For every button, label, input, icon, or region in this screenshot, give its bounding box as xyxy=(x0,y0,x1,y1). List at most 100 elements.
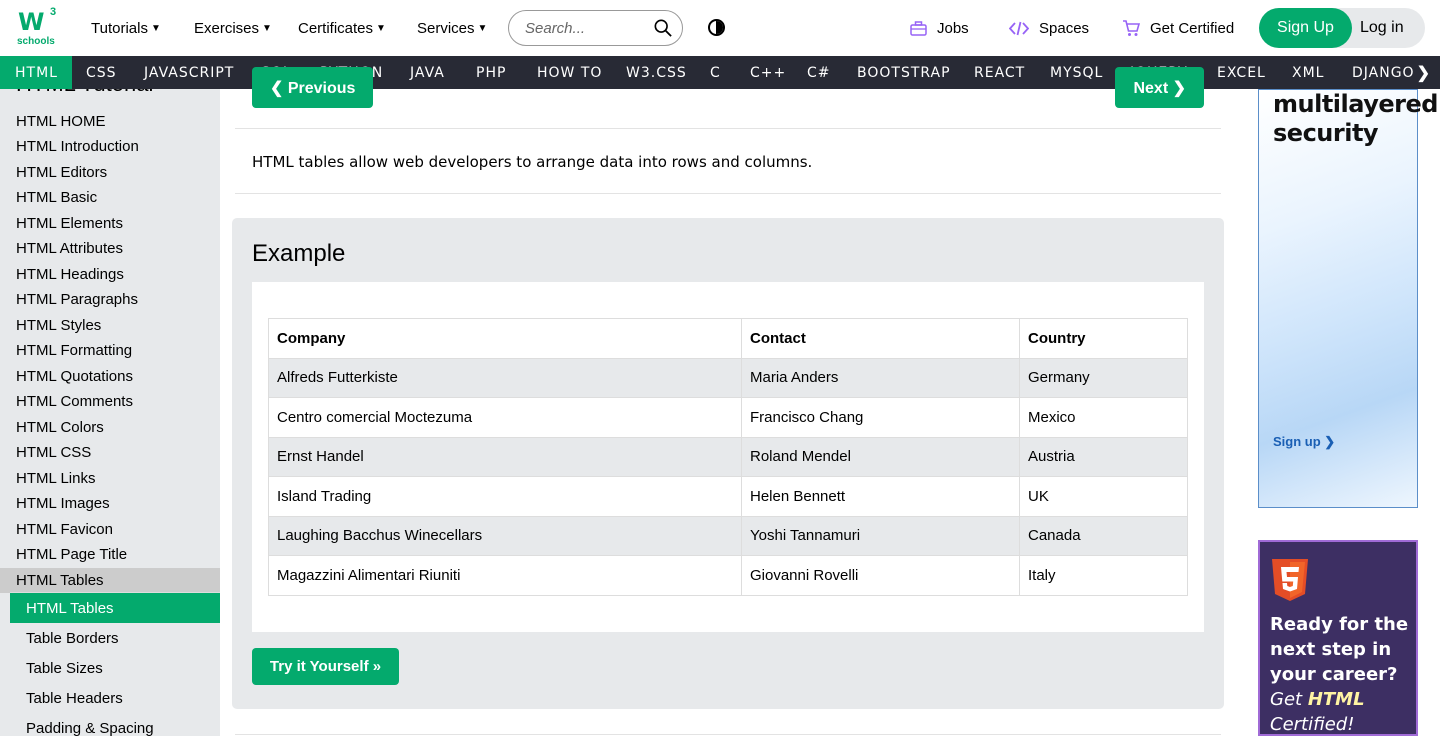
subnav-csharp[interactable]: C# xyxy=(807,56,831,89)
w3schools-logo[interactable]: W 3 schools xyxy=(16,6,60,48)
caret-down-icon: ▼ xyxy=(262,22,272,34)
menu-certificates[interactable]: Certificates ▼ xyxy=(298,0,386,56)
contrast-toggle-icon[interactable] xyxy=(708,19,725,36)
get-certified-link[interactable]: Get Certified xyxy=(1122,0,1234,56)
subnav-react[interactable]: REACT xyxy=(974,56,1025,89)
sidebar-subitem[interactable]: Padding & Spacing xyxy=(10,713,220,736)
table-row: Alfreds Futterkiste Maria Anders Germany xyxy=(268,357,1188,398)
table-row: Island Trading Helen Bennett UK xyxy=(268,476,1188,517)
subnav-django[interactable]: DJANGO xyxy=(1352,56,1415,89)
subnav-scroll-right-icon[interactable]: ❯ xyxy=(1417,56,1430,89)
auth-buttons: Sign Up Log in xyxy=(1259,8,1425,48)
previous-button[interactable]: ❮ Previous xyxy=(252,67,374,108)
subnav-cpp[interactable]: C++ xyxy=(750,56,786,89)
sidebar-item[interactable]: HTML Links xyxy=(16,470,95,487)
sidebar-item[interactable]: HTML CSS xyxy=(16,444,91,461)
top-navbar: W 3 schools Tutorials ▼ Exercises ▼ Certif… xyxy=(0,0,1440,56)
spaces-link[interactable]: Spaces xyxy=(1009,0,1089,56)
search-input[interactable] xyxy=(525,19,655,37)
sidebar-item[interactable]: HTML Page Title xyxy=(16,546,127,563)
divider xyxy=(235,734,1221,735)
sidebar-item[interactable]: HTML Styles xyxy=(16,317,101,334)
example-table: Company Contact Country Alfreds Futterki… xyxy=(268,318,1188,596)
language-subnav: HTML CSS JAVASCRIPT SQL PYTHON JAVA PHP … xyxy=(0,56,1440,89)
example-output: Company Contact Country Alfreds Futterki… xyxy=(252,282,1204,632)
menu-tutorials[interactable]: Tutorials ▼ xyxy=(91,0,161,56)
table-row: Centro comercial Moctezuma Francisco Cha… xyxy=(268,397,1188,438)
example-box: Example Company Contact Country Alfreds … xyxy=(232,218,1224,709)
sidebar-item[interactable]: HTML Introduction xyxy=(16,138,139,155)
table-header-row: Company Contact Country xyxy=(268,318,1188,359)
caret-down-icon: ▼ xyxy=(477,22,488,34)
sidebar-item[interactable]: HTML Favicon xyxy=(16,521,113,538)
subnav-javascript[interactable]: JAVASCRIPT xyxy=(144,56,234,89)
ad-subline: Get HTML Certified! xyxy=(1270,689,1365,735)
subnav-excel[interactable]: EXCEL xyxy=(1217,56,1266,89)
sidebar-item[interactable]: HTML Comments xyxy=(16,393,133,410)
html5-badge-icon xyxy=(1272,559,1308,601)
sidebar-item[interactable]: HTML Basic xyxy=(16,189,97,206)
logo-superscript: 3 xyxy=(50,6,57,18)
menu-exercises[interactable]: Exercises ▼ xyxy=(194,0,272,56)
code-icon xyxy=(1009,21,1029,35)
table-cell: Ernst Handel xyxy=(268,436,742,477)
table-cell: Maria Anders xyxy=(741,357,1020,398)
table-cell: Italy xyxy=(1019,555,1188,596)
example-title: Example xyxy=(252,240,346,267)
next-button[interactable]: Next ❯ xyxy=(1115,67,1204,108)
table-cell: Austria xyxy=(1019,436,1188,477)
try-it-yourself-button[interactable]: Try it Yourself » xyxy=(252,648,399,685)
briefcase-icon xyxy=(910,20,927,36)
jobs-link[interactable]: Jobs xyxy=(910,0,969,56)
subnav-css[interactable]: CSS xyxy=(86,56,117,89)
sidebar-item-html-tables[interactable]: HTML Tables xyxy=(0,568,220,593)
main-content: ❮ Previous Next ❯ HTML tables allow web … xyxy=(220,67,1237,736)
sidebar-title: HTML Tutorial xyxy=(16,89,153,97)
sidebar-item[interactable]: HTML Formatting xyxy=(16,342,132,359)
divider xyxy=(235,128,1221,129)
search-box xyxy=(508,10,683,46)
logo-subtext: schools xyxy=(17,36,55,47)
ad-headline: multilayered security xyxy=(1273,90,1438,147)
sidebar-item[interactable]: HTML Attributes xyxy=(16,240,123,257)
subnav-java[interactable]: JAVA xyxy=(410,56,445,89)
table-cell: Mexico xyxy=(1019,397,1188,438)
sidebar-item[interactable]: HTML Headings xyxy=(16,266,124,283)
search-icon[interactable] xyxy=(654,19,672,37)
sidebar-subitem-active[interactable]: HTML Tables xyxy=(10,593,220,623)
advertisement-certification[interactable]: Ready for the next step in your career? … xyxy=(1258,540,1418,736)
table-row: Ernst Handel Roland Mendel Austria xyxy=(268,436,1188,477)
sidebar: HTML Tutorial HTML HOME HTML Introductio… xyxy=(0,89,220,736)
sidebar-item[interactable]: HTML Elements xyxy=(16,215,123,232)
subnav-php[interactable]: PHP xyxy=(476,56,506,89)
column-header: Country xyxy=(1019,318,1188,359)
sidebar-item[interactable]: HTML Colors xyxy=(16,419,104,436)
table-cell: Germany xyxy=(1019,357,1188,398)
subnav-bootstrap[interactable]: BOOTSTRAP xyxy=(857,56,951,89)
table-cell: Centro comercial Moctezuma xyxy=(268,397,742,438)
sidebar-item[interactable]: HTML Images xyxy=(16,495,110,512)
log-in-button[interactable]: Log in xyxy=(1360,8,1404,48)
subnav-c[interactable]: C xyxy=(710,56,721,89)
table-cell: Magazzini Alimentari Riuniti xyxy=(268,555,742,596)
advertisement-security[interactable]: multilayered security Sign up ❯ xyxy=(1258,89,1438,508)
sidebar-item[interactable]: HTML HOME xyxy=(16,113,105,130)
subnav-mysql[interactable]: MYSQL xyxy=(1050,56,1103,89)
sidebar-subitem[interactable]: Table Borders xyxy=(10,623,220,653)
menu-services[interactable]: Services ▼ xyxy=(417,0,487,56)
divider xyxy=(235,193,1221,194)
sidebar-subitem[interactable]: Table Headers xyxy=(10,683,220,713)
subnav-xml[interactable]: XML xyxy=(1292,56,1324,89)
subnav-howto[interactable]: HOW TO xyxy=(537,56,602,89)
subnav-html[interactable]: HTML xyxy=(0,56,72,89)
sidebar-subitem[interactable]: Table Sizes xyxy=(10,653,220,683)
subnav-w3css[interactable]: W3.CSS xyxy=(626,56,687,89)
logo-letters: W xyxy=(18,8,45,36)
sidebar-item[interactable]: HTML Editors xyxy=(16,164,107,181)
sidebar-item[interactable]: HTML Paragraphs xyxy=(16,291,138,308)
column-header: Company xyxy=(268,318,742,359)
table-cell: Giovanni Rovelli xyxy=(741,555,1020,596)
ad-signup-link[interactable]: Sign up ❯ xyxy=(1273,434,1335,450)
sidebar-item[interactable]: HTML Quotations xyxy=(16,368,133,385)
sign-up-button[interactable]: Sign Up xyxy=(1259,8,1352,48)
